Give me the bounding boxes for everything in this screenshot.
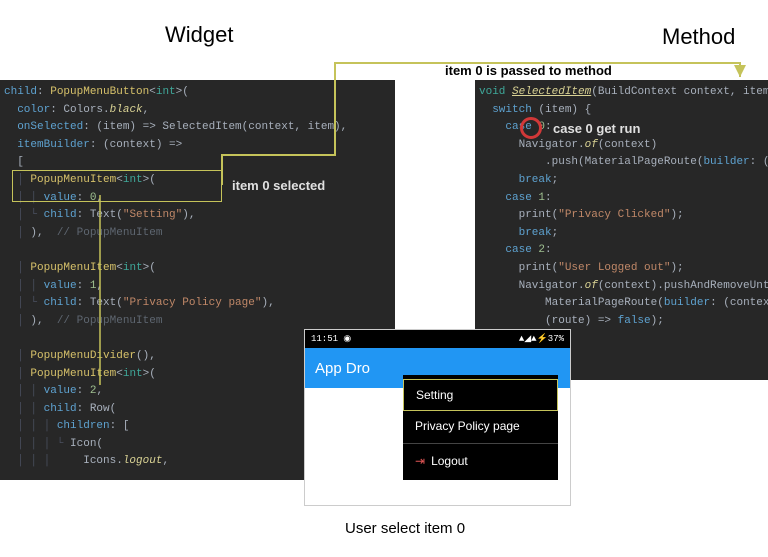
code-line: switch (item) { (479, 102, 764, 120)
code-line: Navigator.of(context) (479, 137, 764, 155)
phone-mockup: 11:51 ◉ ▲◢▲⚡37% App Dro Setting Privacy … (305, 330, 570, 505)
code-line: .push(MaterialPageRoute(builder: (conte (479, 154, 764, 172)
logout-icon: ⇥ (415, 454, 425, 468)
code-line: │ ), // PopupMenuItem (4, 313, 391, 331)
code-line (4, 242, 391, 260)
annot-passed: item 0 is passed to method (445, 63, 612, 78)
menu-divider (403, 443, 558, 444)
code-line: │ PopupMenuItem<int>( (4, 260, 391, 278)
highlight-box-widget (12, 170, 222, 202)
code-line: void SelectedItem(BuildContext context, … (479, 84, 764, 102)
code-line: case 2: (479, 242, 764, 260)
status-time: 11:51 ◉ (311, 334, 351, 344)
method-title: Method (662, 24, 735, 50)
menu-item-setting[interactable]: Setting (403, 379, 558, 411)
annot-case-run: case 0 get run (553, 121, 640, 136)
code-line: │ ), // PopupMenuItem (4, 225, 391, 243)
code-line: break; (479, 225, 764, 243)
popup-menu: Setting Privacy Policy page ⇥Logout (403, 375, 558, 480)
code-line: onSelected: (item) => SelectedItem(conte… (4, 119, 391, 137)
code-line: break; (479, 172, 764, 190)
code-line: color: Colors.black, (4, 102, 391, 120)
menu-item-logout[interactable]: ⇥Logout (403, 446, 558, 476)
caption-user-select: User select item 0 (345, 520, 465, 537)
code-line: (route) => false); (479, 313, 764, 331)
widget-title: Widget (165, 22, 233, 48)
code-line: print("Privacy Clicked"); (479, 207, 764, 225)
menu-item-privacy[interactable]: Privacy Policy page (403, 411, 558, 441)
status-signal: ▲◢▲⚡37% (519, 334, 564, 344)
code-line: │ │ value: 1, (4, 278, 391, 296)
code-line: print("User Logged out"); (479, 260, 764, 278)
code-line: case 1: (479, 190, 764, 208)
code-line: │ └ child: Text("Setting"), (4, 207, 391, 225)
code-line: itemBuilder: (context) => (4, 137, 391, 155)
status-bar: 11:51 ◉ ▲◢▲⚡37% (305, 330, 570, 348)
annot-selected: item 0 selected (232, 178, 325, 193)
circle-highlight (520, 117, 542, 139)
code-line: Navigator.of(context).pushAndRemoveUntil… (479, 278, 764, 296)
code-line: MaterialPageRoute(builder: (context) => (479, 295, 764, 313)
code-line: │ └ child: Text("Privacy Policy page"), (4, 295, 391, 313)
code-line: child: PopupMenuButton<int>( (4, 84, 391, 102)
